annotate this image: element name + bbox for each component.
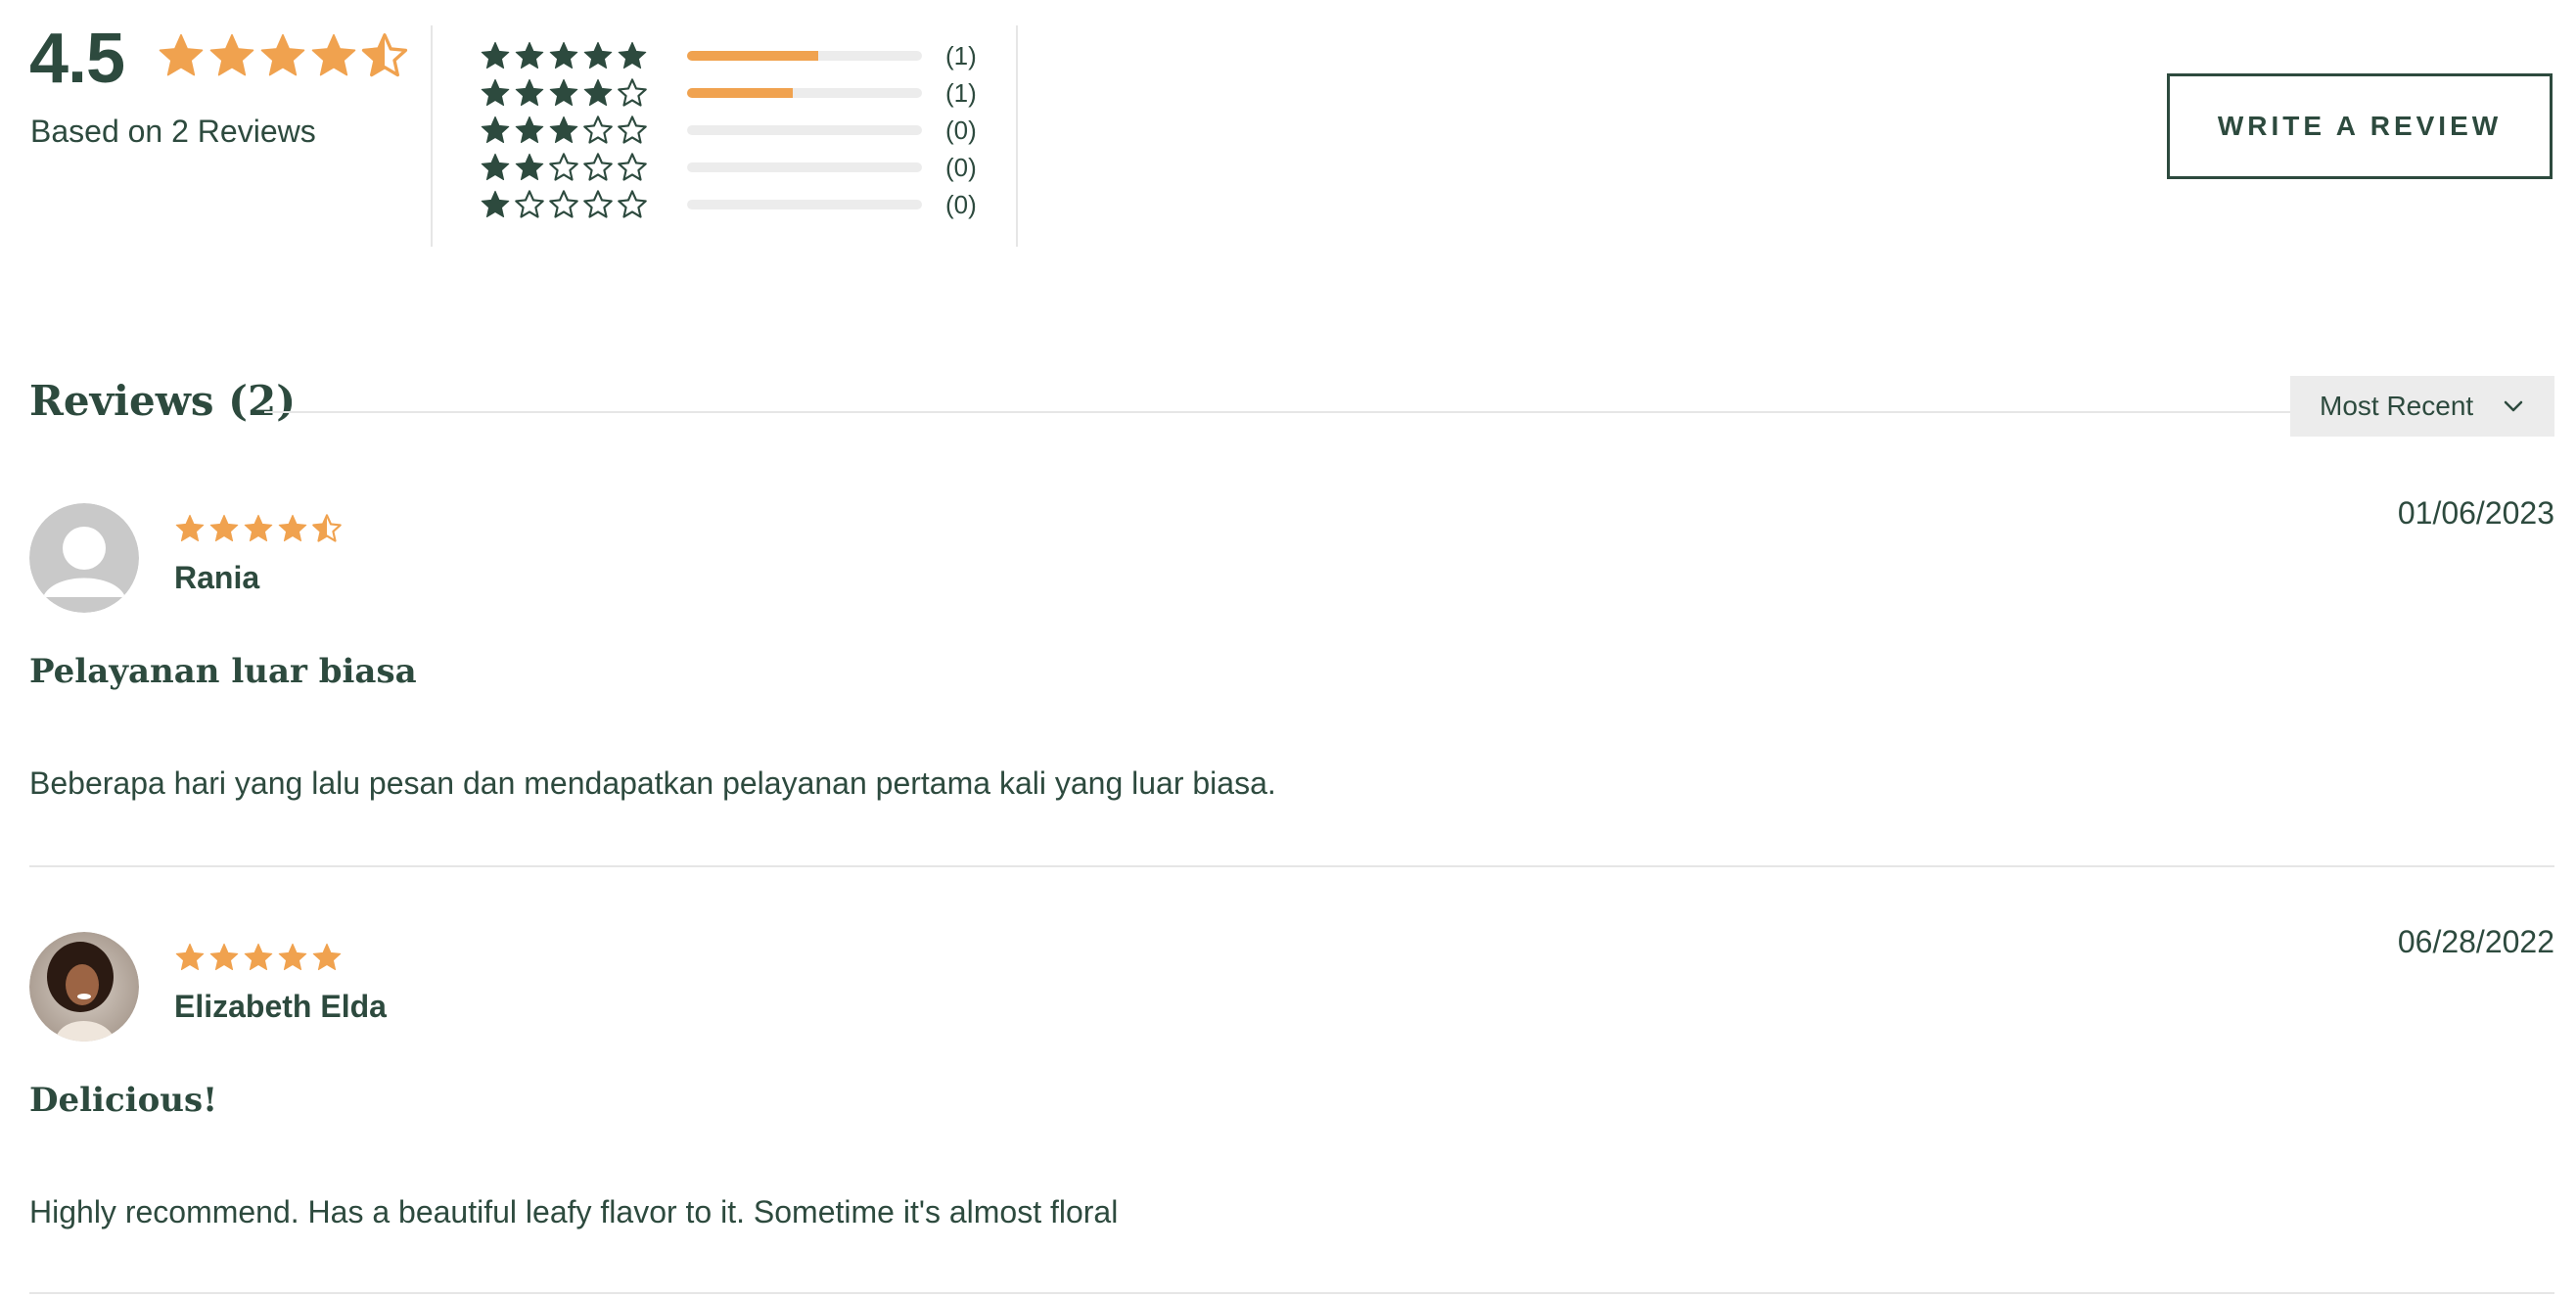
- review-body: Beberapa hari yang lalu pesan dan mendap…: [29, 765, 1276, 801]
- star-empty-icon: [618, 78, 647, 107]
- histogram-row-2[interactable]: (0): [480, 149, 989, 186]
- star-filled-icon: [311, 33, 356, 76]
- star-filled-icon: [515, 116, 544, 144]
- star-filled-icon: [278, 514, 307, 542]
- histogram-bar: [687, 200, 922, 209]
- histogram-bar: [687, 125, 922, 135]
- histogram-count: (0): [945, 189, 977, 219]
- star-half-icon: [312, 514, 342, 542]
- star-empty-icon: [549, 153, 578, 181]
- star-filled-icon: [481, 190, 510, 218]
- review-body: Highly recommend. Has a beautiful leafy …: [29, 1194, 1119, 1229]
- histogram-row-4[interactable]: (1): [480, 74, 989, 112]
- average-rating-stars: [157, 31, 409, 82]
- review-title: Delicious!: [29, 1081, 218, 1120]
- review-date: 01/06/2023: [2397, 495, 2554, 531]
- default-avatar-icon: [29, 503, 139, 613]
- review-author: Elizabeth Elda: [174, 989, 387, 1024]
- star-empty-icon: [549, 190, 578, 218]
- review-rating-stars: [174, 513, 343, 546]
- histogram-bar-fill: [687, 51, 819, 61]
- star-filled-icon: [244, 943, 273, 971]
- user-photo-avatar: [29, 932, 139, 1042]
- star-filled-icon: [312, 943, 342, 971]
- histogram-bar: [687, 51, 922, 61]
- star-filled-icon: [209, 943, 239, 971]
- star-empty-icon: [618, 116, 647, 144]
- star-filled-icon: [175, 943, 205, 971]
- star-empty-icon: [618, 153, 647, 181]
- star-filled-icon: [549, 116, 578, 144]
- histogram-count: (1): [945, 40, 977, 70]
- star-filled-icon: [481, 116, 510, 144]
- star-filled-icon: [209, 514, 239, 542]
- histogram-count: (0): [945, 152, 977, 182]
- star-filled-icon: [515, 153, 544, 181]
- sort-selected-label: Most Recent: [2320, 391, 2474, 421]
- average-rating: 4.5: [29, 20, 125, 98]
- histogram-row-stars: [480, 189, 675, 220]
- rating-histogram: (1) (1) (0) (0) (0): [480, 37, 989, 223]
- review-author: Rania: [174, 560, 260, 595]
- reviews-heading-divider: [264, 411, 2290, 413]
- star-filled-icon: [244, 514, 273, 542]
- histogram-count: (0): [945, 115, 977, 145]
- sort-dropdown[interactable]: Most Recent: [2290, 376, 2554, 437]
- star-filled-icon: [278, 943, 307, 971]
- histogram-row-stars: [480, 152, 675, 183]
- histogram-row-stars: [480, 77, 675, 109]
- histogram-row-stars: [480, 115, 675, 146]
- star-empty-icon: [618, 190, 647, 218]
- write-review-button[interactable]: WRITE A REVIEW: [2167, 73, 2553, 179]
- star-empty-icon: [583, 116, 613, 144]
- star-empty-icon: [583, 190, 613, 218]
- chevron-down-icon: [2502, 394, 2525, 425]
- star-filled-icon: [175, 514, 205, 542]
- star-filled-icon: [618, 41, 647, 70]
- summary-divider: [431, 25, 433, 247]
- histogram-bar: [687, 88, 922, 98]
- star-half-icon: [361, 33, 408, 77]
- histogram-bar: [687, 162, 922, 172]
- review-rating-stars: [174, 942, 343, 975]
- star-filled-icon: [209, 33, 254, 76]
- star-filled-icon: [583, 78, 613, 107]
- histogram-divider: [1016, 25, 1018, 247]
- histogram-count: (1): [945, 77, 977, 108]
- based-on-count: Based on 2 Reviews: [30, 114, 316, 149]
- histogram-row-stars: [480, 40, 675, 71]
- review-divider: [29, 865, 2554, 867]
- histogram-row-5[interactable]: (1): [480, 37, 989, 74]
- star-filled-icon: [549, 78, 578, 107]
- star-empty-icon: [515, 190, 544, 218]
- star-filled-icon: [481, 41, 510, 70]
- review-title: Pelayanan luar biasa: [29, 652, 417, 691]
- reviews-heading: Reviews (2): [29, 377, 297, 425]
- star-filled-icon: [481, 153, 510, 181]
- star-filled-icon: [583, 41, 613, 70]
- star-empty-icon: [583, 153, 613, 181]
- review-divider: [29, 1292, 2554, 1294]
- star-filled-icon: [260, 33, 305, 76]
- star-filled-icon: [515, 41, 544, 70]
- histogram-row-1[interactable]: (0): [480, 186, 989, 223]
- histogram-row-3[interactable]: (0): [480, 112, 989, 149]
- histogram-bar-fill: [687, 88, 793, 98]
- star-filled-icon: [515, 78, 544, 107]
- star-filled-icon: [159, 33, 204, 76]
- review-date: 06/28/2022: [2397, 924, 2554, 959]
- star-filled-icon: [549, 41, 578, 70]
- star-filled-icon: [481, 78, 510, 107]
